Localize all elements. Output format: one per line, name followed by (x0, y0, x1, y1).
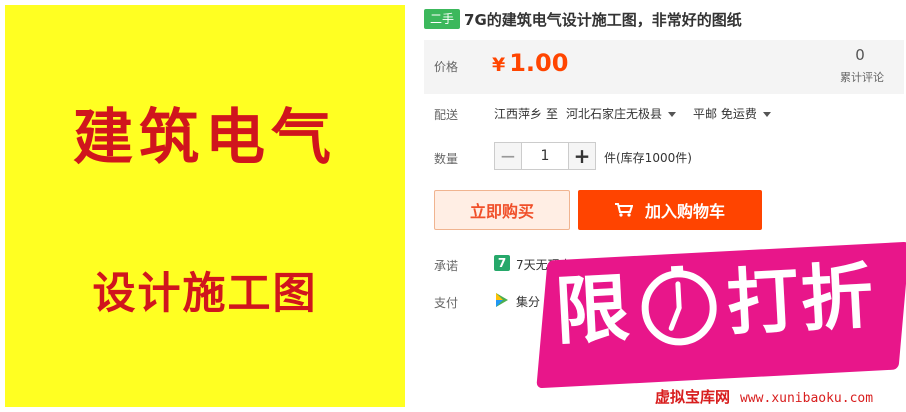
title-row: 二手 7G的建筑电气设计施工图，非常好的图纸 (424, 8, 742, 30)
shipping-method-value: 平邮 免运费 (693, 107, 757, 121)
increase-button[interactable]: + (568, 142, 596, 170)
clock-icon (641, 265, 717, 346)
stock-text: 件(库存1000件) (604, 151, 692, 165)
quantity-stepper: − 1 + (494, 142, 596, 170)
site-watermark: 虚拟宝库网 www.xunibaoku.com (655, 386, 873, 407)
add-to-cart-button[interactable]: 加入购物车 (578, 190, 762, 230)
review-label[interactable]: 累计评论 (840, 69, 884, 85)
shipping-method-select[interactable]: 平邮 免运费 (693, 105, 771, 122)
delivery-label: 配送 (434, 108, 459, 122)
payment-label: 支付 (434, 296, 459, 310)
price-panel: 价格 ¥1.00 0 累计评论 (424, 40, 904, 94)
promo-char-limit: 限 (552, 265, 632, 356)
destination-value: 河北石家庄无极县 (566, 107, 663, 121)
product-image[interactable]: 建筑电气 设计施工图 (5, 5, 405, 407)
promo-text: 限 打折 (553, 246, 878, 363)
add-to-cart-label: 加入购物车 (644, 202, 725, 221)
seven-day-return-icon: 7 (494, 255, 510, 271)
decrease-button[interactable]: − (494, 142, 522, 170)
ship-from: 江西萍乡 (494, 107, 543, 121)
image-title-line1: 建筑电气 (73, 103, 337, 173)
image-title-line2: 设计施工图 (92, 269, 318, 319)
product-title: 7G的建筑电气设计施工图，非常好的图纸 (464, 10, 742, 29)
buy-now-button[interactable]: 立即购买 (434, 190, 570, 230)
cart-icon (614, 203, 633, 217)
currency-symbol: ¥ (492, 54, 506, 76)
watermark-name: 虚拟宝库网 (655, 388, 731, 406)
chevron-down-icon (668, 112, 677, 117)
chevron-down-icon (762, 112, 771, 117)
quantity-label: 数量 (434, 152, 459, 166)
promo-overlay: 限 打折 虚拟宝库网 www.xunibaoku.com (535, 226, 906, 412)
quantity-input[interactable]: 1 (522, 142, 568, 170)
price-label: 价格 (434, 60, 459, 74)
price-amount: 1.00 (509, 49, 569, 77)
destination-select[interactable]: 河北石家庄无极县 (566, 105, 677, 122)
price-value: ¥1.00 (492, 49, 568, 77)
payment-method-icon (496, 293, 508, 307)
second-hand-badge: 二手 (424, 9, 461, 29)
promise-label: 承诺 (434, 259, 459, 273)
promo-char-discount: 打折 (724, 253, 877, 346)
ship-to-word: 至 (546, 107, 559, 121)
review-count[interactable]: 0 (850, 46, 870, 64)
watermark-url: www.xunibaoku.com (740, 391, 874, 406)
